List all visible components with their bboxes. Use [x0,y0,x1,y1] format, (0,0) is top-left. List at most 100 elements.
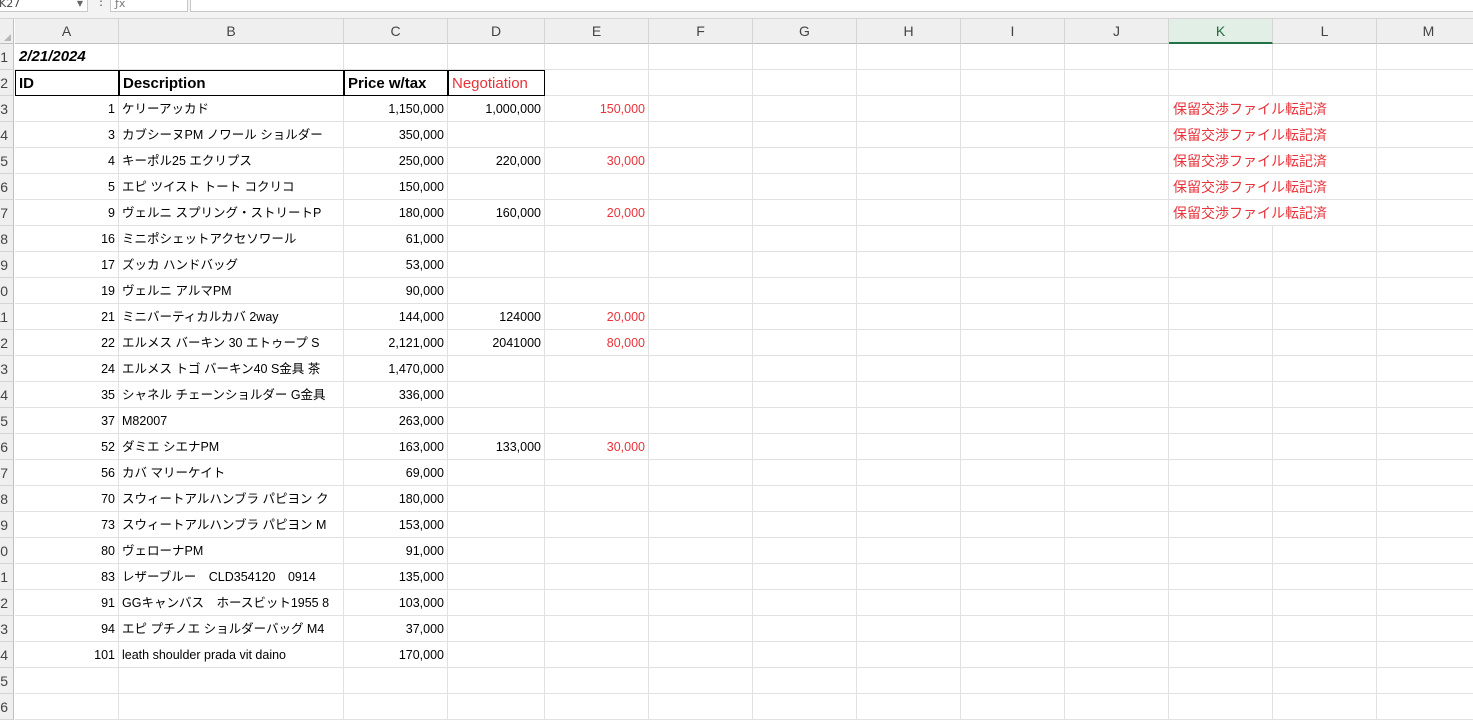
cell-k17[interactable] [1169,460,1273,486]
column-header-h[interactable]: H [857,19,961,44]
cell-c26[interactable] [344,694,448,720]
column-header-d[interactable]: D [448,19,545,44]
cell-f19[interactable] [649,512,753,538]
cell-d26[interactable] [448,694,545,720]
cell-k3[interactable]: 保留交渉ファイル転記済 [1169,96,1327,122]
cell-f21[interactable] [649,564,753,590]
cell-k9[interactable] [1169,252,1273,278]
cell-g9[interactable] [753,252,857,278]
cell-k23[interactable] [1169,616,1273,642]
cell-c7[interactable]: 180,000 [344,200,448,226]
cell-j6[interactable] [1065,174,1169,200]
cell-m3[interactable] [1377,96,1473,122]
cell-e13[interactable] [545,356,649,382]
cell-h21[interactable] [857,564,961,590]
cell-l24[interactable] [1273,642,1377,668]
cell-l7[interactable] [1273,200,1377,226]
cell-h24[interactable] [857,642,961,668]
column-header-k[interactable]: K [1169,19,1273,44]
cell-c11[interactable]: 144,000 [344,304,448,330]
cell-g17[interactable] [753,460,857,486]
cell-m5[interactable] [1377,148,1473,174]
cell-a21[interactable]: 83 [15,564,119,590]
cell-k2[interactable] [1169,70,1273,96]
cell-g18[interactable] [753,486,857,512]
cell-f11[interactable] [649,304,753,330]
cell-e26[interactable] [545,694,649,720]
cell-c13[interactable]: 1,470,000 [344,356,448,382]
row-header-17[interactable]: 17 [0,460,14,486]
cell-f22[interactable] [649,590,753,616]
cell-g4[interactable] [753,122,857,148]
cell-d3[interactable]: 1,000,000 [448,96,545,122]
cell-c2[interactable]: Price w/tax [344,70,448,96]
cell-k19[interactable] [1169,512,1273,538]
cell-a24[interactable]: 101 [15,642,119,668]
cell-m6[interactable] [1377,174,1473,200]
cell-b15[interactable]: M82007 [119,408,344,434]
cell-f18[interactable] [649,486,753,512]
cell-f16[interactable] [649,434,753,460]
cell-h3[interactable] [857,96,961,122]
cell-l20[interactable] [1273,538,1377,564]
cell-g26[interactable] [753,694,857,720]
cell-c18[interactable]: 180,000 [344,486,448,512]
cell-f23[interactable] [649,616,753,642]
cell-d16[interactable]: 133,000 [448,434,545,460]
cell-d23[interactable] [448,616,545,642]
cell-m10[interactable] [1377,278,1473,304]
cell-c21[interactable]: 135,000 [344,564,448,590]
cell-f12[interactable] [649,330,753,356]
cell-l18[interactable] [1273,486,1377,512]
cell-l6[interactable] [1273,174,1377,200]
cell-c22[interactable]: 103,000 [344,590,448,616]
cell-l11[interactable] [1273,304,1377,330]
cell-j24[interactable] [1065,642,1169,668]
row-header-12[interactable]: 12 [0,330,14,356]
cell-a7[interactable]: 9 [15,200,119,226]
cell-d4[interactable] [448,122,545,148]
cell-c14[interactable]: 336,000 [344,382,448,408]
cell-e25[interactable] [545,668,649,694]
cell-k6[interactable]: 保留交渉ファイル転記済 [1169,174,1327,200]
cell-b25[interactable] [119,668,344,694]
cell-i4[interactable] [961,122,1065,148]
column-header-f[interactable]: F [649,19,753,44]
cell-e23[interactable] [545,616,649,642]
cell-h18[interactable] [857,486,961,512]
cell-c1[interactable] [344,44,448,70]
cell-a10[interactable]: 19 [15,278,119,304]
cell-d2[interactable]: Negotiation [448,70,545,96]
cell-c10[interactable]: 90,000 [344,278,448,304]
cell-h25[interactable] [857,668,961,694]
cell-h20[interactable] [857,538,961,564]
cell-c24[interactable]: 170,000 [344,642,448,668]
cell-a8[interactable]: 16 [15,226,119,252]
cell-l14[interactable] [1273,382,1377,408]
cell-m13[interactable] [1377,356,1473,382]
cell-e18[interactable] [545,486,649,512]
cell-e15[interactable] [545,408,649,434]
cell-h5[interactable] [857,148,961,174]
cell-c23[interactable]: 37,000 [344,616,448,642]
cell-j5[interactable] [1065,148,1169,174]
row-header-8[interactable]: 8 [0,226,14,252]
cell-g1[interactable] [753,44,857,70]
cell-f24[interactable] [649,642,753,668]
cell-l16[interactable] [1273,434,1377,460]
cell-e1[interactable] [545,44,649,70]
cell-j26[interactable] [1065,694,1169,720]
cell-m25[interactable] [1377,668,1473,694]
cell-m20[interactable] [1377,538,1473,564]
cell-l26[interactable] [1273,694,1377,720]
cell-i12[interactable] [961,330,1065,356]
cell-i25[interactable] [961,668,1065,694]
cell-a6[interactable]: 5 [15,174,119,200]
row-header-7[interactable]: 7 [0,200,14,226]
row-header-19[interactable]: 19 [0,512,14,538]
column-header-a[interactable]: A [15,19,119,44]
cell-a11[interactable]: 21 [15,304,119,330]
cell-e9[interactable] [545,252,649,278]
cell-l15[interactable] [1273,408,1377,434]
cell-a1[interactable]: 2/21/2024 [15,44,119,70]
